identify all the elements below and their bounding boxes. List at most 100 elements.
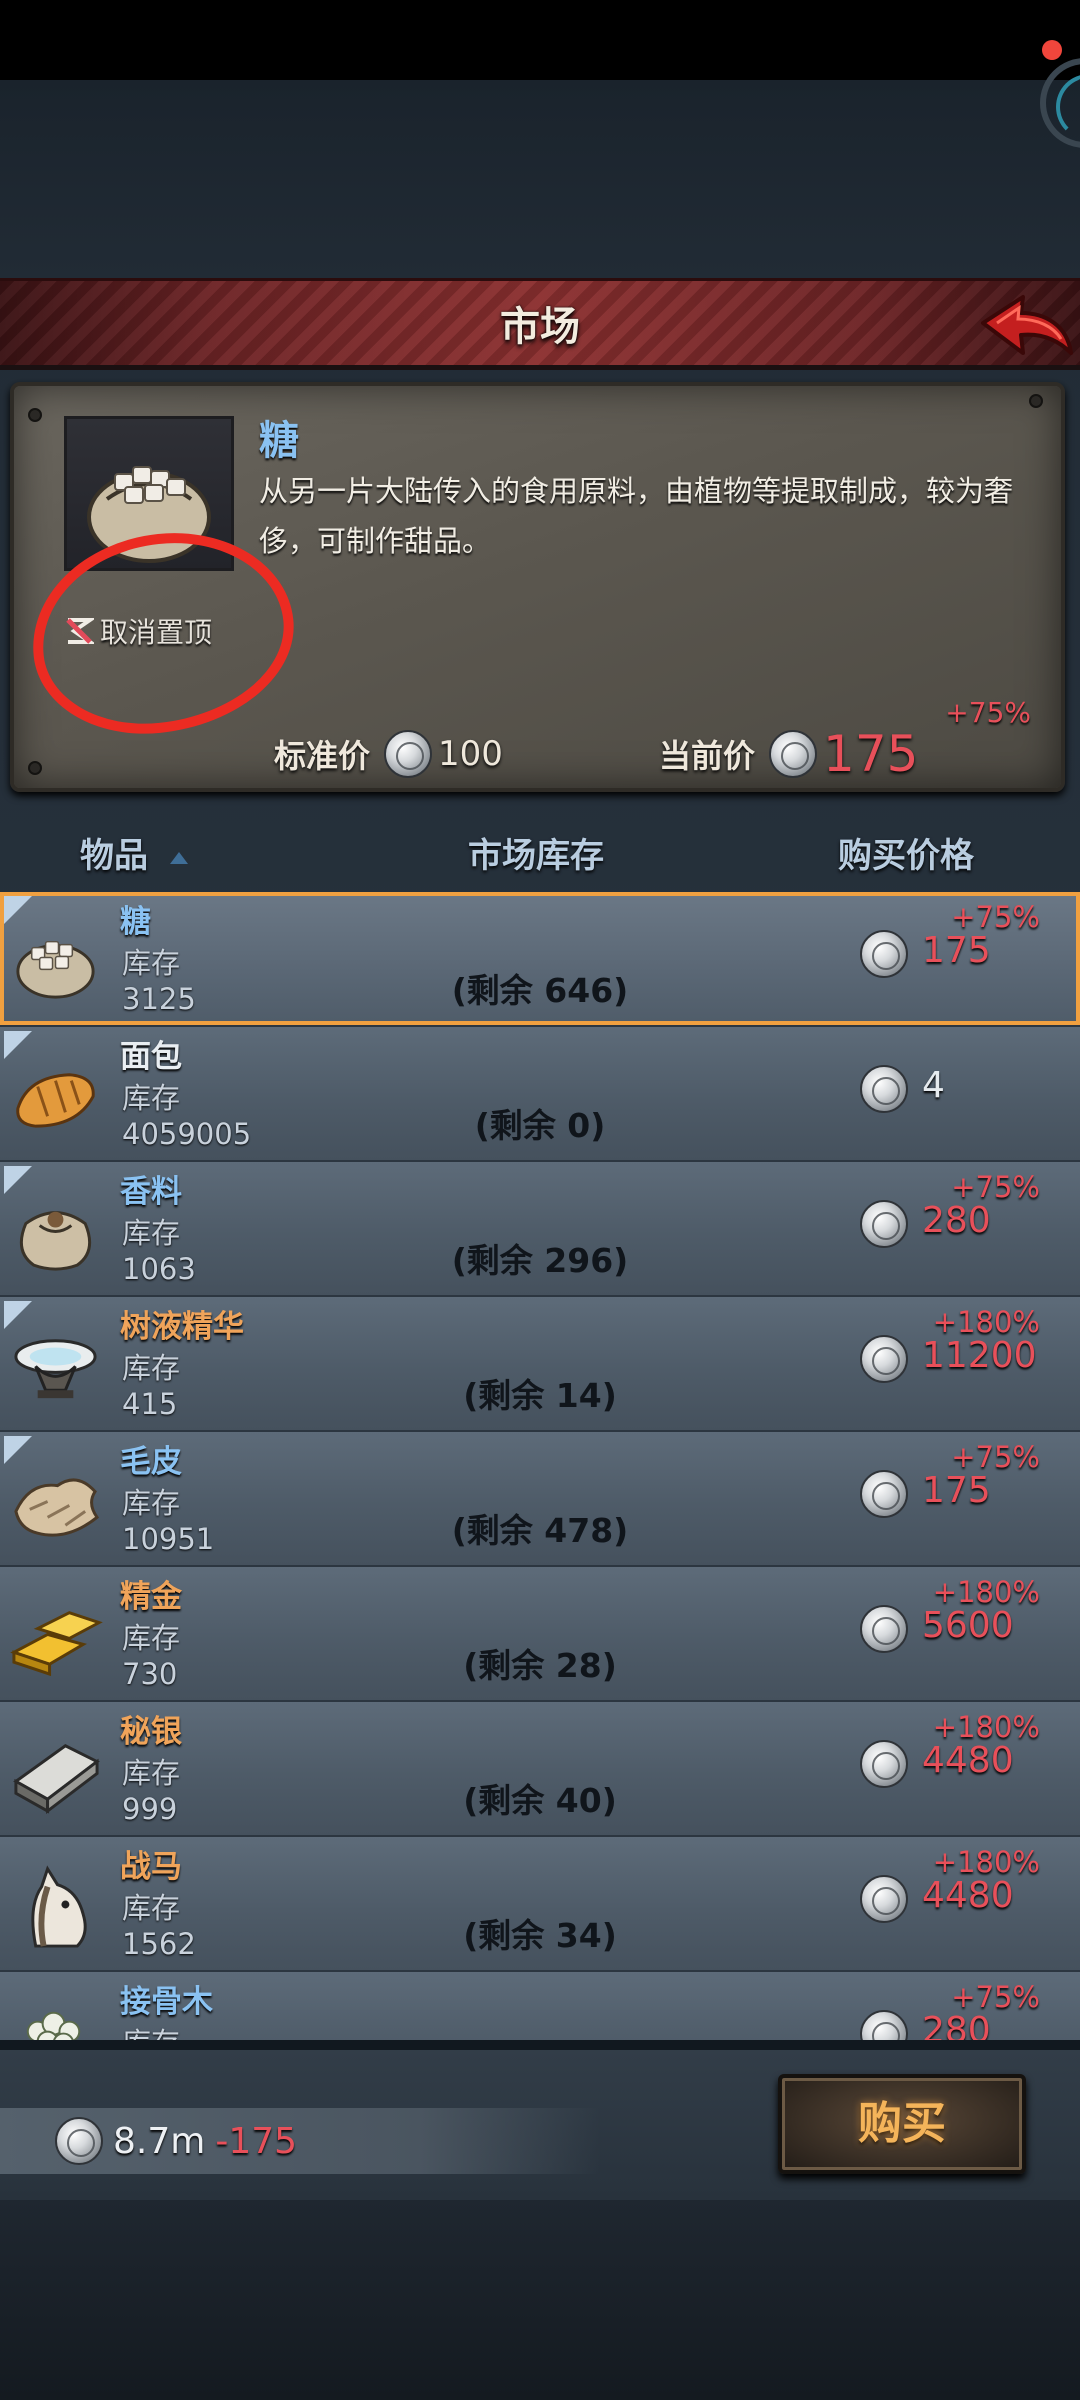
standard-price-value: 100 — [438, 734, 503, 774]
silver-coin-icon — [860, 1200, 908, 1248]
mithril-icon — [13, 1744, 100, 1815]
buy-button[interactable]: 购买 — [778, 2074, 1026, 2174]
stock-label: 库存 — [122, 1621, 181, 1655]
column-price[interactable]: 购买价格 — [838, 828, 974, 877]
item-name: 糖 — [120, 904, 151, 940]
silver-coin-icon — [55, 2117, 103, 2165]
item-row-sugar[interactable]: 糖库存 3125 (剩余 646) +75% 175 — [0, 892, 1080, 1027]
buy-price: 280 — [922, 1200, 991, 1241]
item-name: 接骨木 — [120, 1984, 213, 2020]
market-remaining: (剩余 646) — [451, 971, 629, 1010]
current-price-label: 当前价 — [659, 737, 756, 775]
silver-coin-icon — [860, 930, 908, 978]
price-change: +180% — [932, 1845, 1040, 1879]
market-screen: 市场 糖 从另一片大陆传入的食用原料，由植物等提取制成，较为奢侈，可制作甜品。 … — [0, 0, 1080, 2400]
page-title: 市场 — [500, 304, 580, 350]
buy-price: 4480 — [922, 1875, 1014, 1916]
current-price-value: 175 — [823, 725, 919, 783]
status-bar — [0, 0, 1080, 80]
spice-icon — [19, 1211, 92, 1271]
market-remaining: (剩余 478) — [451, 1511, 629, 1550]
buy-price: 5600 — [922, 1605, 1014, 1646]
item-name: 面包 — [120, 1039, 182, 1075]
item-row-mithril[interactable]: 秘银 库存 999 (剩余 40) +180% 4480 — [0, 1702, 1080, 1837]
silver-coin-icon — [860, 1875, 908, 1923]
adamantium-icon — [10, 1611, 103, 1677]
rivet-icon — [1029, 394, 1043, 408]
rivet-icon — [28, 408, 42, 422]
silver-coin-icon — [860, 1335, 908, 1383]
back-arrow-icon[interactable] — [975, 291, 1075, 366]
price-change: +180% — [932, 1575, 1040, 1609]
silver-coin-icon — [860, 1740, 908, 1788]
divider — [0, 2040, 1080, 2050]
buy-price: 4 — [922, 1065, 945, 1106]
buy-price: 4480 — [922, 1740, 1014, 1781]
buy-price: 175 — [922, 1470, 991, 1511]
column-stock[interactable]: 市场库存 — [468, 828, 604, 877]
item-row-adamantium[interactable]: 精金库存 730 (剩余 28) +180% 5600 — [0, 1567, 1080, 1702]
price-change: +75% — [951, 1440, 1040, 1474]
stock-value: 1562 — [122, 1927, 196, 1961]
item-name: 毛皮 — [120, 1444, 182, 1480]
list-header: 物品 市场库存 购买价格 — [0, 810, 1080, 890]
sap-essence-icon — [14, 1339, 97, 1399]
purchase-bar: 8.7m -175 购买 — [0, 2050, 1080, 2200]
price-change: +75% — [951, 1980, 1040, 2014]
item-row-spice[interactable]: 香料 库存 1063 (剩余 296) +75% 280 — [0, 1162, 1080, 1297]
silver-coin-icon — [860, 1470, 908, 1518]
price-change: +180% — [932, 1710, 1040, 1744]
item-name: 精金 — [120, 1579, 182, 1615]
price-change: +180% — [932, 1305, 1040, 1339]
silver-coin-icon — [769, 730, 818, 778]
bottom-area — [0, 2200, 1080, 2400]
price-change: +75% — [951, 900, 1040, 934]
buy-price: 175 — [922, 930, 991, 971]
market-remaining: (剩余 0) — [474, 1106, 606, 1145]
standard-price-label: 标准价 — [274, 737, 371, 775]
stock-label: 库存 — [122, 1486, 181, 1520]
item-row-sap-essence[interactable]: 树液精华 库存 415 (剩余 14) +180% 11200 — [0, 1297, 1080, 1432]
market-remaining: (剩余 40) — [463, 1781, 617, 1820]
fur-icon — [14, 1478, 100, 1537]
silver-coin-icon — [860, 2010, 908, 2042]
warhorse-icon — [31, 1865, 87, 1948]
market-remaining: (剩余 28) — [463, 1646, 617, 1685]
item-description: 从另一片大陆传入的食用原料，由植物等提取制成，较为奢侈，可制作甜品。 — [259, 474, 1014, 558]
current-price-change: +75% — [945, 696, 1031, 729]
silver-coin-icon — [860, 1605, 908, 1653]
stock-value: 415 — [122, 1387, 178, 1421]
item-name: 香料 — [120, 1174, 182, 1210]
stock-value: 10951 — [122, 1522, 215, 1556]
stock-value: 730 — [122, 1657, 178, 1691]
stock-label: 库存 — [122, 1351, 181, 1385]
stock-value: 999 — [122, 1792, 178, 1826]
stock-label: 库存 — [122, 1216, 181, 1250]
column-item[interactable]: 物品 — [80, 828, 148, 877]
sort-ascending-icon — [170, 852, 188, 864]
item-name: 树液精华 — [120, 1309, 244, 1345]
item-row-elderwood[interactable]: 接骨木库存 +75%280 — [0, 1972, 1080, 2042]
stock-label: 库存 — [122, 946, 181, 980]
market-header: 市场 — [0, 278, 1080, 370]
bread-icon — [16, 1073, 95, 1128]
stock-value: 3125 — [122, 982, 196, 1016]
item-name: 战马 — [120, 1849, 182, 1885]
item-name: 糖 — [259, 418, 299, 464]
sugar-icon — [16, 940, 95, 999]
item-list[interactable]: 糖库存 3125 (剩余 646) +75% 175 面包 库存 4059005 (剩余 0) 4… — [0, 892, 1080, 2042]
silver-coin-icon — [384, 730, 433, 778]
silver-coin-icon — [860, 1065, 908, 1113]
market-remaining: (剩余 296) — [451, 1241, 629, 1280]
item-detail-panel: 糖 从另一片大陆传入的食用原料，由植物等提取制成，较为奢侈，可制作甜品。 取消置… — [10, 382, 1065, 792]
buy-price: 11200 — [922, 1335, 1037, 1376]
stock-label: 库存 — [122, 1756, 181, 1790]
item-row-bread[interactable]: 面包 库存 4059005 (剩余 0) 4 — [0, 1027, 1080, 1162]
market-remaining: (剩余 34) — [463, 1916, 617, 1955]
buy-price: 280 — [922, 2010, 991, 2042]
stock-value: 1063 — [122, 1252, 196, 1286]
stock-label: 库存 — [122, 2020, 180, 2042]
item-row-warhorse[interactable]: 战马 库存 1562 (剩余 34) +180% 4480 — [0, 1837, 1080, 1972]
elderwood-icon — [26, 2011, 81, 2042]
item-row-fur[interactable]: 毛皮库存 10951 (剩余 478) +75% 175 — [0, 1432, 1080, 1567]
